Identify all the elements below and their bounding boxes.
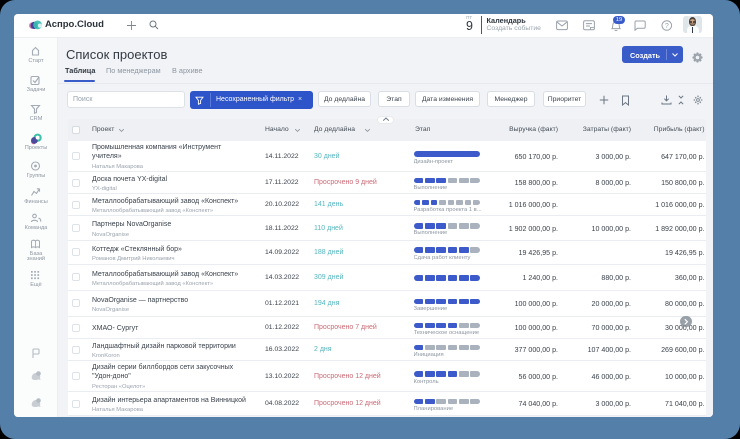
svg-text:?: ? — [665, 23, 669, 30]
